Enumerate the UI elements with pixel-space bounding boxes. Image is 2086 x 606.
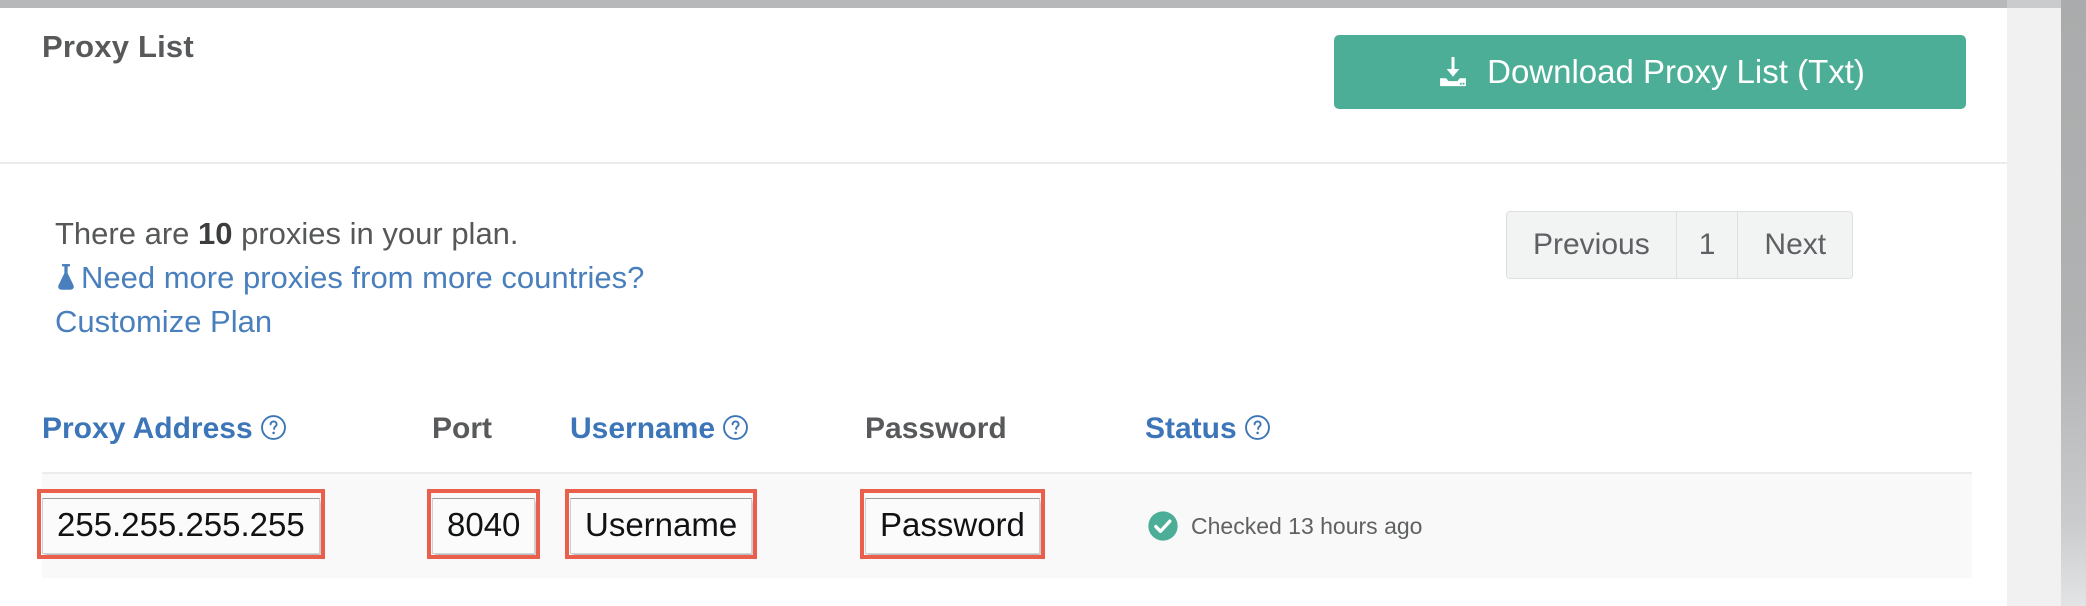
column-header-username[interactable]: Username bbox=[570, 412, 865, 473]
browser-top-strip bbox=[0, 0, 2007, 8]
vertical-scrollbar[interactable] bbox=[2061, 0, 2086, 606]
download-proxy-list-button[interactable]: Download Proxy List (Txt) bbox=[1334, 35, 1966, 109]
pagination: Previous 1 Next bbox=[1506, 211, 1854, 279]
pagination-previous-button[interactable]: Previous bbox=[1507, 212, 1677, 278]
username-value[interactable]: Username bbox=[570, 497, 753, 555]
page-right-gutter-top bbox=[2007, 0, 2061, 8]
status-text: Checked 13 hours ago bbox=[1191, 512, 1423, 539]
username-cell: Username bbox=[565, 472, 865, 578]
page-title: Proxy List bbox=[42, 29, 194, 64]
card-body: There are 10 proxies in your plan. Need … bbox=[0, 164, 2007, 606]
card-header: Proxy List Download Proxy List (Txt) bbox=[0, 8, 2007, 164]
download-tray-icon bbox=[1435, 54, 1471, 90]
question-circle-icon[interactable] bbox=[260, 414, 287, 441]
proxy-address-cell: 255.255.255.255 bbox=[37, 472, 432, 578]
proxy-table: Proxy Address Port Username Password Sta… bbox=[37, 412, 1972, 578]
port-value[interactable]: 8040 bbox=[432, 497, 536, 555]
proxy-address-value[interactable]: 255.255.255.255 bbox=[42, 497, 320, 555]
proxy-list-card: Proxy List Download Proxy List (Txt) The… bbox=[0, 8, 2007, 606]
column-header-proxy-address[interactable]: Proxy Address bbox=[42, 412, 432, 473]
page-right-gutter bbox=[2007, 0, 2061, 606]
column-header-status[interactable]: Status bbox=[1145, 412, 1972, 473]
password-value[interactable]: Password bbox=[865, 497, 1040, 555]
plan-info-text: There are 10 proxies in your plan. Need … bbox=[55, 212, 695, 344]
column-header-port: Port bbox=[432, 412, 570, 473]
check-circle-icon bbox=[1147, 510, 1179, 542]
download-button-label: Download Proxy List (Txt) bbox=[1487, 52, 1865, 90]
customize-plan-link[interactable]: Need more proxies from more countries? C… bbox=[55, 260, 644, 339]
password-cell: Password bbox=[860, 472, 1145, 578]
column-label: Status bbox=[1145, 412, 1237, 445]
flask-icon bbox=[55, 259, 77, 290]
screenshot-viewport: Proxy List Download Proxy List (Txt) The… bbox=[0, 0, 2086, 606]
port-cell: 8040 bbox=[427, 472, 570, 578]
column-label: Username bbox=[570, 412, 716, 445]
column-label: Proxy Address bbox=[42, 412, 253, 445]
question-circle-icon[interactable] bbox=[722, 414, 749, 441]
column-label: Port bbox=[432, 412, 492, 445]
plan-info-suffix: proxies in your plan. bbox=[232, 216, 519, 251]
pagination-page-1-button[interactable]: 1 bbox=[1676, 212, 1739, 278]
plan-proxy-count: 10 bbox=[198, 216, 233, 251]
status-cell: Checked 13 hours ago bbox=[1145, 472, 1972, 578]
plan-info-prefix: There are bbox=[55, 216, 199, 251]
column-header-password: Password bbox=[865, 412, 1145, 473]
column-label: Password bbox=[865, 412, 1007, 445]
question-circle-icon[interactable] bbox=[1244, 414, 1271, 441]
table-header-row: Proxy Address Port Username Password Sta… bbox=[42, 412, 1972, 473]
pagination-next-button[interactable]: Next bbox=[1738, 212, 1853, 278]
table-row: 255.255.255.255 8040 Username Password C… bbox=[37, 472, 1972, 578]
